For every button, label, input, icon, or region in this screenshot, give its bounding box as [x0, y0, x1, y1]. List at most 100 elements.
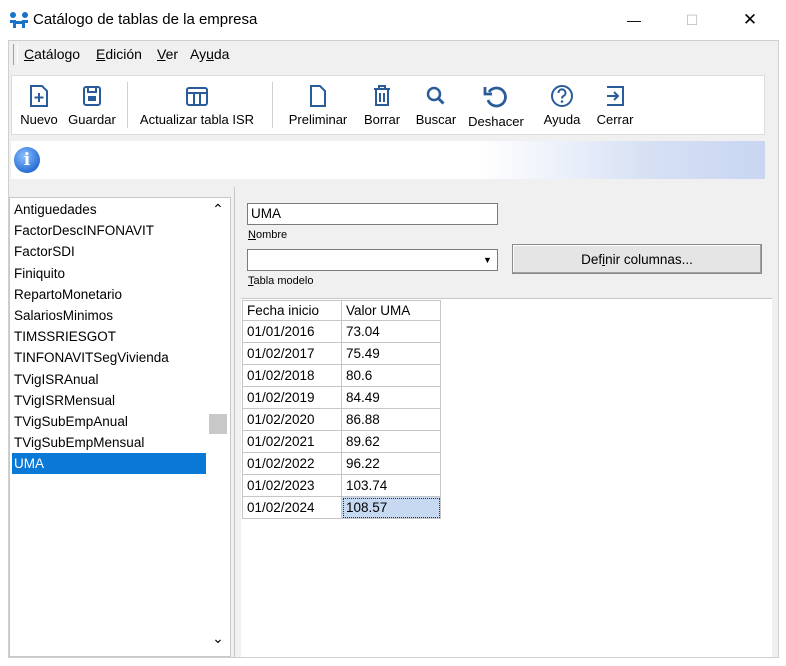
cerrar-label: Cerrar: [596, 112, 634, 127]
new-file-icon: [30, 85, 48, 107]
maximize-button[interactable]: ☐: [663, 0, 721, 40]
table-row[interactable]: 01/02/2019 84.49: [242, 386, 441, 409]
list-item[interactable]: TIMSSRIESGOT: [12, 326, 206, 347]
column-header-fecha[interactable]: Fecha inicio: [242, 300, 342, 321]
list-item[interactable]: Finiquito: [12, 263, 206, 284]
nuevo-label: Nuevo: [20, 112, 58, 127]
document-icon: [310, 85, 326, 107]
nombre-label-rest: ombre: [255, 229, 288, 241]
definir-columnas-button[interactable]: Def i nir columnas...: [512, 244, 762, 274]
cell-valor-uma[interactable]: 73.04: [341, 320, 441, 343]
table-header-row: Fecha inicio Valor UMA: [242, 300, 441, 321]
cell-valor-uma[interactable]: 84.49: [341, 386, 441, 409]
list-item[interactable]: RepartoMonetario: [12, 284, 206, 305]
deshacer-button[interactable]: Deshacer: [464, 80, 528, 132]
nuevo-button[interactable]: Nuevo: [17, 80, 61, 132]
cell-fecha-inicio[interactable]: 01/02/2024: [242, 496, 342, 519]
column-header-valor[interactable]: Valor UMA: [341, 300, 441, 321]
menu-edicion[interactable]: Edición: [96, 46, 142, 62]
actualizar-label: Actualizar tabla ISR: [139, 112, 255, 127]
list-item[interactable]: TVigISRAnual: [12, 369, 206, 390]
table-row[interactable]: 01/02/2024 108.57: [242, 496, 441, 519]
maximize-icon: ☐: [685, 11, 699, 28]
table-row[interactable]: 01/02/2017 75.49: [242, 342, 441, 365]
nombre-input[interactable]: UMA: [247, 203, 498, 225]
table-row[interactable]: 01/01/2016 73.04: [242, 320, 441, 343]
table-row[interactable]: 01/02/2018 80.6: [242, 364, 441, 387]
table-row[interactable]: 01/02/2022 96.22: [242, 452, 441, 475]
list-item[interactable]: SalariosMinimos: [12, 305, 206, 326]
ayuda-button[interactable]: Ayuda: [539, 80, 585, 132]
cell-fecha-inicio[interactable]: 01/02/2019: [242, 386, 342, 409]
list-item[interactable]: TVigSubEmpMensual: [12, 432, 206, 453]
list-item[interactable]: TINFONAVITSegVivienda: [12, 347, 206, 368]
minimize-button[interactable]: —: [605, 0, 663, 40]
tabla-modelo-label: Tabla modelo: [248, 275, 313, 287]
borrar-button[interactable]: Borrar: [360, 80, 404, 132]
cell-valor-uma[interactable]: 86.88: [341, 408, 441, 431]
table-row[interactable]: 01/02/2023 103.74: [242, 474, 441, 497]
cell-valor-uma[interactable]: 75.49: [341, 342, 441, 365]
cell-fecha-inicio[interactable]: 01/02/2017: [242, 342, 342, 365]
buscar-label: Buscar: [415, 112, 457, 127]
trash-icon: [374, 85, 390, 106]
list-item[interactable]: UMA: [12, 453, 206, 475]
app-icon: [9, 11, 29, 29]
cell-fecha-inicio[interactable]: 01/02/2020: [242, 408, 342, 431]
scroll-thumb[interactable]: [209, 414, 227, 434]
menu-grip: [13, 44, 18, 65]
cell-fecha-inicio[interactable]: 01/01/2016: [242, 320, 342, 343]
nombre-label-mnemonic: N: [248, 229, 256, 241]
list-item[interactable]: Antiguedades: [12, 199, 206, 220]
menu-ver[interactable]: Ver: [157, 46, 178, 62]
close-button[interactable]: ✕: [721, 0, 779, 40]
info-icon: i: [14, 147, 40, 173]
scroll-down-icon[interactable]: ⌄: [209, 628, 227, 648]
window-title: Catálogo de tablas de la empresa: [33, 11, 258, 28]
minimize-icon: —: [627, 12, 641, 28]
scroll-up-icon[interactable]: ⌃: [209, 199, 227, 219]
toolbar-separator: [272, 82, 273, 128]
buscar-button[interactable]: Buscar: [411, 80, 461, 132]
table-row[interactable]: 01/02/2021 89.62: [242, 430, 441, 453]
cell-fecha-inicio[interactable]: 01/02/2021: [242, 430, 342, 453]
guardar-button[interactable]: Guardar: [65, 80, 119, 132]
cell-valor-uma[interactable]: 103.74: [341, 474, 441, 497]
preliminar-button[interactable]: Preliminar: [286, 80, 350, 132]
borrar-label: Borrar: [363, 112, 401, 127]
undo-icon: [483, 86, 507, 108]
ayuda-label: Ayuda: [543, 112, 581, 127]
cell-valor-uma[interactable]: 80.6: [341, 364, 441, 387]
list-item[interactable]: TVigSubEmpAnual: [12, 411, 206, 432]
save-icon: [83, 86, 101, 106]
uma-table: Fecha inicio Valor UMA 01/01/2016 73.04 01…: [242, 300, 441, 519]
menu-ayuda[interactable]: Ayuda: [190, 46, 229, 62]
cerrar-button[interactable]: Cerrar: [593, 80, 637, 132]
deshacer-label: Deshacer: [468, 114, 524, 129]
dropdown-arrow-icon[interactable]: ▼: [479, 251, 496, 269]
list-item[interactable]: FactorDescINFONAVIT: [12, 220, 206, 241]
help-icon: [551, 85, 573, 107]
cell-fecha-inicio[interactable]: 01/02/2018: [242, 364, 342, 387]
tabla-modelo-rest: abla modelo: [253, 275, 314, 287]
menu-catalogo[interactable]: Catálogo: [24, 46, 80, 62]
cell-fecha-inicio[interactable]: 01/02/2022: [242, 452, 342, 475]
guardar-label: Guardar: [68, 112, 116, 127]
nombre-label: Nombre: [248, 229, 287, 241]
preliminar-label: Preliminar: [288, 112, 348, 127]
list-item[interactable]: FactorSDI: [12, 241, 206, 262]
search-icon: [426, 86, 445, 105]
table-row[interactable]: 01/02/2020 86.88: [242, 408, 441, 431]
cell-fecha-inicio[interactable]: 01/02/2023: [242, 474, 342, 497]
exit-icon: [607, 86, 624, 106]
close-icon: ✕: [742, 10, 758, 29]
toolbar-separator: [127, 82, 128, 128]
table-icon: [186, 87, 208, 106]
cell-valor-uma[interactable]: 89.62: [341, 430, 441, 453]
cell-valor-uma[interactable]: 108.57: [341, 496, 441, 519]
cell-valor-uma[interactable]: 96.22: [341, 452, 441, 475]
info-strip: [11, 141, 765, 179]
tabla-modelo-select[interactable]: [247, 249, 498, 271]
actualizar-tabla-isr-button[interactable]: Actualizar tabla ISR: [136, 80, 258, 132]
list-item[interactable]: TVigISRMensual: [12, 390, 206, 411]
